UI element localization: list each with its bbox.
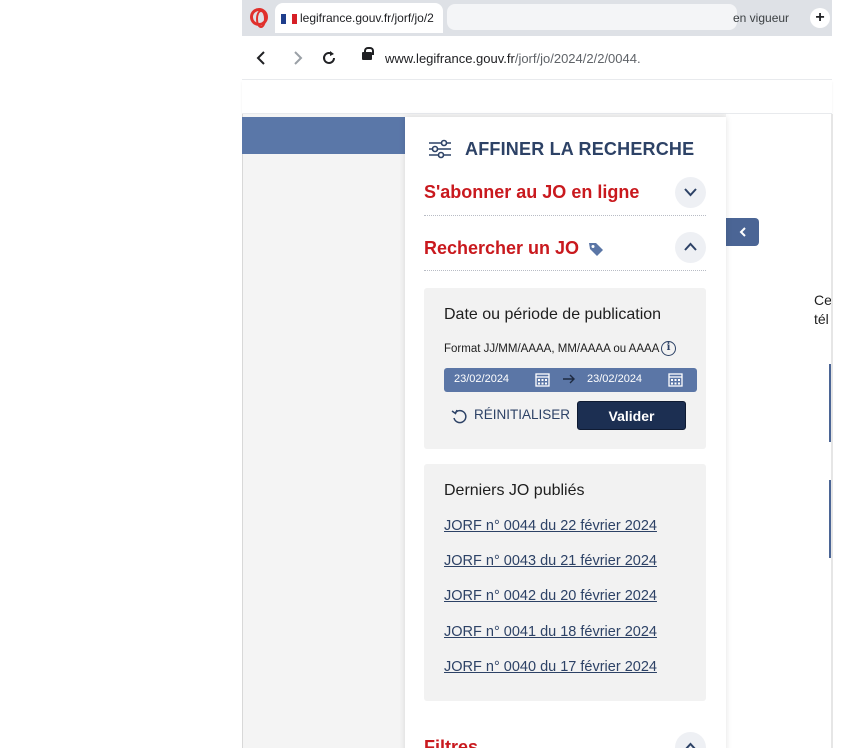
date-filter-card: Date ou période de publication Format JJ… bbox=[424, 288, 706, 449]
latest-jo-card: Derniers JO publiés JORF n° 0044 du 22 f… bbox=[424, 464, 706, 701]
jo-link[interactable]: JORF n° 0041 du 18 février 2024 bbox=[444, 624, 657, 640]
reset-icon[interactable] bbox=[451, 408, 468, 425]
reset-button[interactable]: RÉINITIALISER bbox=[474, 407, 570, 422]
chevron-up-icon bbox=[684, 242, 697, 251]
divider bbox=[424, 270, 706, 271]
arrow-right-icon bbox=[563, 374, 575, 384]
tab-title-right[interactable]: en vigueur bbox=[733, 11, 789, 25]
accordion-filters[interactable]: Filtres bbox=[424, 737, 478, 748]
latest-jo-title: Derniers JO publiés bbox=[444, 482, 585, 499]
chevron-left-icon bbox=[739, 227, 746, 237]
start-date-input[interactable]: 23/02/2024 bbox=[454, 373, 509, 385]
calendar-icon[interactable] bbox=[668, 372, 683, 387]
forward-icon[interactable] bbox=[287, 48, 307, 68]
content-text-line-2: tél bbox=[814, 311, 829, 327]
accordion-filters-toggle[interactable] bbox=[675, 732, 706, 748]
opera-icon[interactable] bbox=[250, 8, 268, 28]
tag-icon bbox=[589, 243, 603, 256]
screen: legifrance.gouv.fr/jorf/jo/2 en vigueur … bbox=[0, 0, 849, 748]
reload-icon[interactable] bbox=[319, 48, 339, 68]
back-icon[interactable] bbox=[252, 48, 272, 68]
jo-link[interactable]: JORF n° 0043 du 21 février 2024 bbox=[444, 553, 657, 569]
browser-tab-bar: legifrance.gouv.fr/jorf/jo/2 en vigueur … bbox=[242, 0, 832, 36]
jo-link[interactable]: JORF n° 0042 du 20 février 2024 bbox=[444, 588, 657, 604]
url-domain: www.legifrance.gouv.fr bbox=[385, 51, 515, 66]
chevron-up-icon bbox=[685, 742, 696, 748]
jo-link[interactable]: JORF n° 0040 du 17 février 2024 bbox=[444, 659, 657, 675]
accordion-search-jo[interactable]: Rechercher un JO bbox=[424, 238, 579, 259]
divider bbox=[424, 215, 706, 216]
content-text-line-1: Ce bbox=[814, 292, 832, 308]
submit-button[interactable]: Valider bbox=[577, 401, 686, 430]
accordion-subscribe-toggle[interactable] bbox=[675, 177, 706, 208]
filter-sliders-icon bbox=[429, 139, 451, 159]
url-path: /jorf/jo/2024/2/2/0044. bbox=[514, 51, 641, 66]
bookmarks-bar bbox=[242, 80, 832, 114]
browser-tab-active[interactable]: legifrance.gouv.fr/jorf/jo/2 bbox=[275, 3, 443, 33]
browser-tab-blurred[interactable] bbox=[447, 4, 737, 30]
content-text: Ce tél bbox=[814, 291, 832, 329]
calendar-icon[interactable] bbox=[535, 372, 550, 387]
address-bar[interactable]: www.legifrance.gouv.fr/jorf/jo/2024/2/2/… bbox=[385, 51, 641, 66]
tab-title: legifrance.gouv.fr/jorf/jo/2 bbox=[300, 11, 434, 25]
info-icon[interactable]: i bbox=[661, 341, 676, 356]
panel-title: AFFINER LA RECHERCHE bbox=[465, 139, 695, 159]
header-band bbox=[242, 117, 412, 154]
scrollbar[interactable] bbox=[831, 114, 833, 748]
end-date-input[interactable]: 23/02/2024 bbox=[587, 373, 642, 385]
content-area bbox=[726, 114, 832, 748]
date-format-hint: Format JJ/MM/AAAA, MM/AAAA ou AAAA bbox=[444, 343, 660, 355]
browser-toolbar: www.legifrance.gouv.fr/jorf/jo/2024/2/2/… bbox=[242, 36, 832, 80]
date-range-field: 23/02/2024 23/02/2024 bbox=[444, 368, 697, 392]
flag-icon bbox=[281, 14, 297, 24]
new-tab-button[interactable]: + bbox=[810, 8, 830, 28]
refine-search-panel: AFFINER LA RECHERCHE S'abonner au JO en … bbox=[405, 117, 726, 748]
chevron-down-icon bbox=[684, 188, 697, 197]
jo-link[interactable]: JORF n° 0044 du 22 février 2024 bbox=[444, 518, 657, 534]
collapse-panel-button[interactable] bbox=[726, 218, 759, 246]
accordion-subscribe[interactable]: S'abonner au JO en ligne bbox=[424, 182, 639, 203]
lock-icon[interactable] bbox=[362, 47, 374, 60]
accordion-search-jo-toggle[interactable] bbox=[675, 232, 706, 263]
date-card-title: Date ou période de publication bbox=[444, 306, 662, 323]
